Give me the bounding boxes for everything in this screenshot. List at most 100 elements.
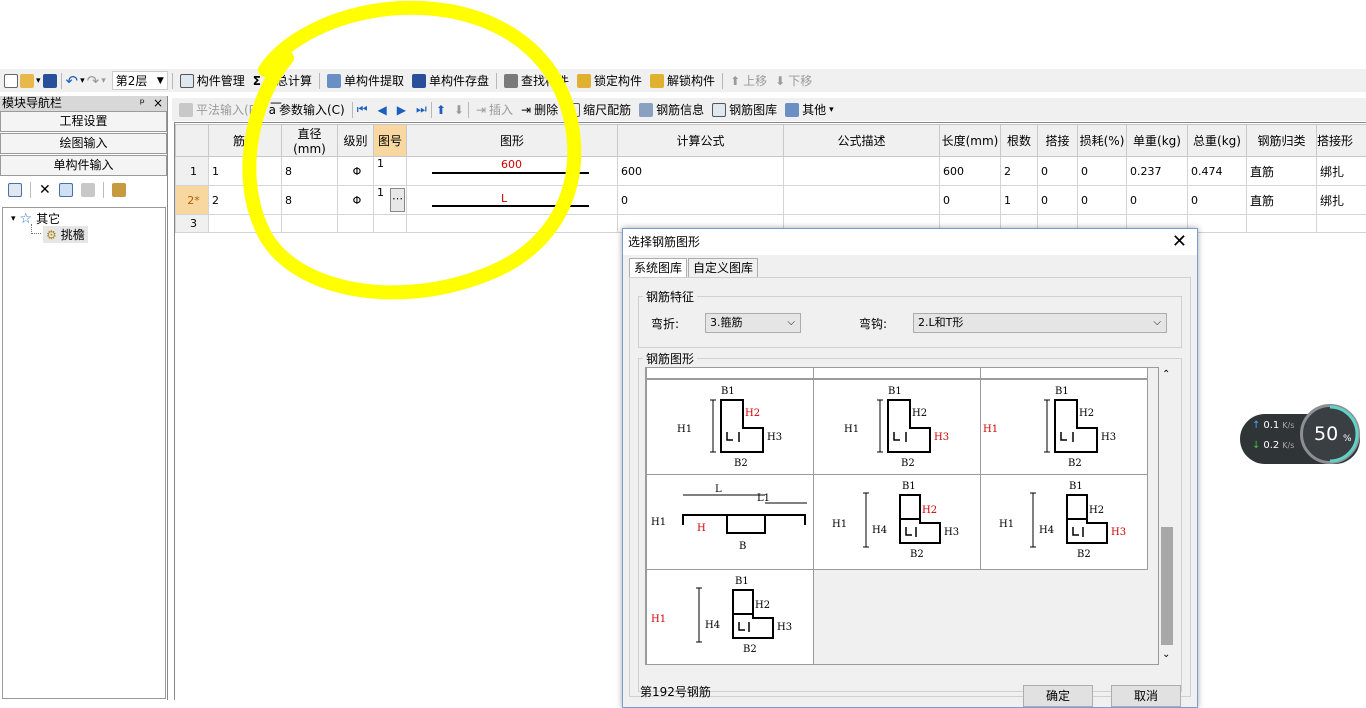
grid-cell[interactable]: 0.474: [1188, 157, 1247, 186]
col-header[interactable]: 筋号: [209, 125, 282, 157]
open-folder-icon[interactable]: [20, 74, 34, 88]
rebar-library-button[interactable]: 钢筋图库: [709, 100, 780, 120]
first-record-icon[interactable]: ⏮: [357, 102, 368, 117]
shape-cell[interactable]: 600: [407, 157, 618, 186]
grid-cell[interactable]: 0: [1038, 157, 1078, 186]
flat-input-button[interactable]: 平法输入(P): [176, 100, 264, 120]
hook-select[interactable]: 2.L和T形⌵: [913, 313, 1167, 333]
tab-custom-library[interactable]: 自定义图库: [688, 258, 758, 278]
chevron-down-icon[interactable]: ▾: [80, 76, 85, 86]
shape-cell-4[interactable]: LL1H1HB: [646, 474, 814, 570]
scale-rebar-button[interactable]: 缩尺配筋: [563, 100, 634, 120]
grid-cell[interactable]: 2: [1001, 157, 1038, 186]
bend-select[interactable]: 3.箍筋⌵: [705, 313, 801, 333]
prev-record-icon[interactable]: ◀: [378, 103, 387, 117]
grid-cell[interactable]: [209, 215, 282, 233]
grid-cell[interactable]: 0: [1127, 186, 1188, 215]
chevron-down-icon[interactable]: ▾: [101, 76, 106, 86]
grid-cell[interactable]: 绑扎: [1317, 157, 1366, 186]
row-up-icon[interactable]: ⬆: [436, 103, 446, 117]
usage-ring[interactable]: 50 %: [1300, 404, 1360, 464]
ok-button[interactable]: 确定: [1023, 685, 1093, 707]
lock-component-button[interactable]: 锁定构件: [574, 71, 645, 91]
single-extract-button[interactable]: 单构件提取: [324, 71, 407, 91]
gallery-scrollbar[interactable]: ⌃ ⌄: [1159, 367, 1175, 665]
row-down-icon[interactable]: ⬇: [454, 103, 464, 117]
nav-single-component-input[interactable]: 单构件输入: [0, 155, 167, 176]
col-header[interactable]: 图形: [407, 125, 618, 157]
tree-node-child[interactable]: ⚙ 挑檐: [43, 226, 88, 243]
col-header[interactable]: 搭接: [1038, 125, 1078, 157]
shape-cell-partial[interactable]: [980, 367, 1148, 379]
grid-cell[interactable]: 1: [1001, 186, 1038, 215]
grid-cell[interactable]: 0: [618, 186, 784, 215]
component-manage-button[interactable]: 构件管理: [177, 71, 248, 91]
grid-cell[interactable]: 直筋: [1247, 157, 1317, 186]
grid-cell[interactable]: 8: [282, 157, 338, 186]
grid-cell[interactable]: [784, 157, 940, 186]
shape-cell-partial[interactable]: [646, 367, 814, 379]
col-header[interactable]: 公式描述: [784, 125, 940, 157]
close-icon[interactable]: ×: [153, 96, 163, 110]
paste-icon[interactable]: [81, 183, 95, 197]
grid-cell[interactable]: 1: [209, 157, 282, 186]
col-header[interactable]: 长度(mm): [940, 125, 1001, 157]
scroll-down-icon[interactable]: ⌄: [1162, 649, 1170, 660]
table-row[interactable]: 2* 2 8 Φ 1 ⋯ L 0 0 1 0 0 0 0 直筋 绑扎: [176, 186, 1366, 215]
param-input-button[interactable]: a͞参数输入(C): [266, 100, 348, 120]
col-header[interactable]: 损耗(%): [1078, 125, 1127, 157]
new-component-icon[interactable]: [8, 183, 22, 197]
grid-cell[interactable]: [282, 215, 338, 233]
grid-cell[interactable]: Φ: [338, 186, 374, 215]
rebar-info-button[interactable]: 钢筋信息: [636, 100, 707, 120]
single-save-button[interactable]: 单构件存盘: [409, 71, 492, 91]
grid-cell[interactable]: 直筋: [1247, 186, 1317, 215]
shape-no-cell[interactable]: 1 ⋯: [374, 186, 407, 215]
row-header[interactable]: 1: [176, 157, 209, 186]
last-record-icon[interactable]: ⏭: [416, 102, 427, 117]
new-file-icon[interactable]: [4, 74, 18, 88]
shape-cell-5[interactable]: B1H1H4H2H3B2: [813, 474, 981, 570]
grid-cell[interactable]: 600: [618, 157, 784, 186]
nav-drawing-input[interactable]: 绘图输入: [0, 133, 167, 154]
shape-cell-partial[interactable]: [813, 367, 981, 379]
grid-cell[interactable]: 0.237: [1127, 157, 1188, 186]
col-header-selected[interactable]: 图号: [374, 125, 407, 157]
grid-cell[interactable]: 8: [282, 186, 338, 215]
grid-cell[interactable]: 600: [940, 157, 1001, 186]
cancel-button[interactable]: 取消: [1111, 685, 1181, 707]
row-header-current[interactable]: 2*: [176, 186, 209, 215]
grid-cell[interactable]: [1317, 215, 1366, 233]
tab-system-library[interactable]: 系统图库: [629, 258, 687, 278]
shape-cell-1[interactable]: B1H1H2H3B2: [646, 379, 814, 475]
nav-project-settings[interactable]: 工程设置: [0, 111, 167, 132]
other-menu-button[interactable]: 其他▾: [782, 100, 837, 120]
delete-button[interactable]: ⇥删除: [518, 100, 561, 120]
shape-cell-3[interactable]: B1H1H2H3B2: [980, 379, 1148, 475]
next-record-icon[interactable]: ▶: [397, 103, 406, 117]
col-header[interactable]: 搭接形: [1317, 125, 1366, 157]
redo-icon[interactable]: ↷: [87, 72, 100, 90]
col-header[interactable]: 级别: [338, 125, 374, 157]
col-header[interactable]: 钢筋归类: [1247, 125, 1317, 157]
clipboard-icon[interactable]: [112, 183, 126, 197]
col-header[interactable]: 根数: [1001, 125, 1038, 157]
grid-cell[interactable]: [1247, 215, 1317, 233]
grid-cell[interactable]: Φ: [338, 157, 374, 186]
shape-cell-2[interactable]: B1H1H2H3B2: [813, 379, 981, 475]
ellipsis-button[interactable]: ⋯: [390, 188, 405, 212]
scrollbar-thumb[interactable]: [1161, 527, 1173, 645]
row-header[interactable]: 3: [176, 215, 209, 233]
find-component-button[interactable]: 查找构件: [501, 71, 572, 91]
grid-cell[interactable]: [374, 215, 407, 233]
grid-cell[interactable]: 0: [940, 186, 1001, 215]
floor-select[interactable]: 第2层▼: [112, 71, 168, 90]
col-header[interactable]: 总重(kg): [1188, 125, 1247, 157]
col-header[interactable]: 单重(kg): [1127, 125, 1188, 157]
grid-cell[interactable]: [407, 215, 618, 233]
chevron-down-icon[interactable]: ▾: [11, 214, 16, 224]
delete-icon[interactable]: ✕: [39, 182, 51, 198]
grid-cell[interactable]: 0: [1038, 186, 1078, 215]
chevron-down-icon[interactable]: ▾: [36, 76, 41, 86]
save-icon[interactable]: [43, 74, 57, 88]
